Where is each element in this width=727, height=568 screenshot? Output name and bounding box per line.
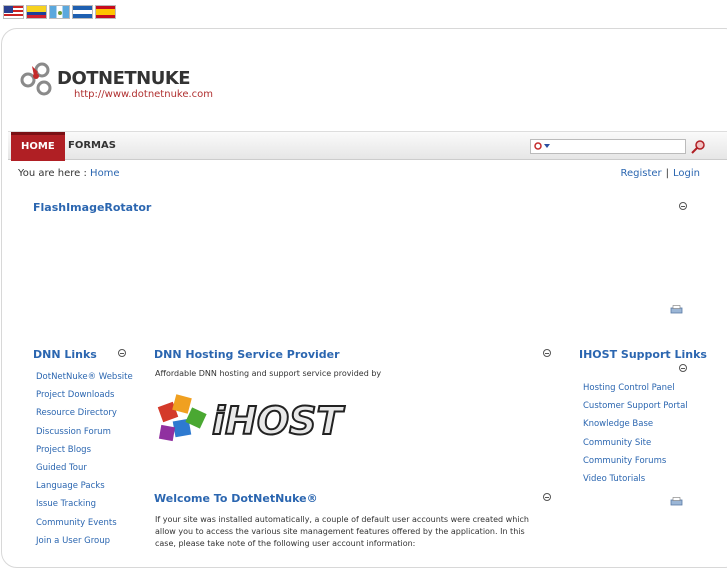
- list-item[interactable]: Community Site: [583, 434, 688, 452]
- print-icon[interactable]: [670, 497, 683, 507]
- guatemala-flag-icon[interactable]: [49, 5, 70, 19]
- rotator-collapse-icon[interactable]: [679, 202, 687, 210]
- ihost-logo-icon[interactable]: iHOST: [154, 390, 384, 452]
- language-flags: [3, 5, 116, 19]
- colombia-flag-icon[interactable]: [26, 5, 47, 19]
- list-item[interactable]: Project Downloads: [36, 386, 133, 404]
- ihost-links-title: IHOST Support Links: [579, 348, 707, 361]
- us-flag-icon[interactable]: [3, 5, 24, 19]
- ihost-links-collapse-icon[interactable]: [679, 364, 687, 372]
- hosting-collapse-icon[interactable]: [543, 349, 551, 357]
- breadcrumb-label: You are here :: [18, 168, 87, 179]
- dnn-links-collapse-icon[interactable]: [118, 349, 126, 357]
- dnn-links-title: DNN Links: [33, 348, 97, 361]
- logo-text[interactable]: DOTNETNUKE: [57, 68, 191, 89]
- ihost-links-list: Hosting Control Panel Customer Support P…: [583, 379, 688, 488]
- logo-url[interactable]: http://www.dotnetnuke.com: [74, 89, 213, 100]
- nav-home[interactable]: HOME: [11, 132, 65, 161]
- list-item[interactable]: Community Forums: [583, 452, 688, 470]
- nav-formas[interactable]: FORMAS: [58, 132, 126, 161]
- list-item[interactable]: Community Events: [36, 514, 133, 532]
- search-type-dropdown-icon[interactable]: [533, 140, 551, 152]
- list-item[interactable]: Project Blogs: [36, 441, 133, 459]
- welcome-collapse-icon[interactable]: [543, 493, 551, 501]
- list-item[interactable]: Guided Tour: [36, 459, 133, 477]
- register-link[interactable]: Register: [620, 168, 661, 179]
- rotator-title: FlashImageRotator: [33, 201, 152, 214]
- list-item[interactable]: Resource Directory: [36, 404, 133, 422]
- list-item[interactable]: Hosting Control Panel: [583, 379, 688, 397]
- auth-separator: |: [665, 168, 670, 179]
- list-item[interactable]: Discussion Forum: [36, 423, 133, 441]
- login-link[interactable]: Login: [673, 168, 700, 179]
- list-item[interactable]: Customer Support Portal: [583, 397, 688, 415]
- dnn-links-list: DotNetNuke® Website Project Downloads Re…: [36, 368, 133, 550]
- search-input[interactable]: [530, 139, 686, 154]
- spain-flag-icon[interactable]: [95, 5, 116, 19]
- list-item[interactable]: Issue Tracking: [36, 495, 133, 513]
- search-icon[interactable]: [690, 139, 706, 155]
- list-item[interactable]: Language Packs: [36, 477, 133, 495]
- list-item[interactable]: Video Tutorials: [583, 470, 688, 488]
- breadcrumb: You are here : Home: [18, 168, 120, 179]
- list-item[interactable]: Knowledge Base: [583, 415, 688, 433]
- print-icon[interactable]: [670, 305, 683, 315]
- list-item[interactable]: Join a User Group: [36, 532, 133, 550]
- hosting-text: Affordable DNN hosting and support servi…: [155, 369, 382, 378]
- ihost-brand-text: iHOST: [212, 399, 346, 443]
- hosting-title: DNN Hosting Service Provider: [154, 348, 340, 361]
- list-item[interactable]: DotNetNuke® Website: [36, 368, 133, 386]
- breadcrumb-home-link[interactable]: Home: [90, 168, 120, 179]
- auth-links: Register | Login: [620, 168, 700, 179]
- welcome-title: Welcome To DotNetNuke®: [154, 492, 318, 505]
- nicaragua-flag-icon[interactable]: [72, 5, 93, 19]
